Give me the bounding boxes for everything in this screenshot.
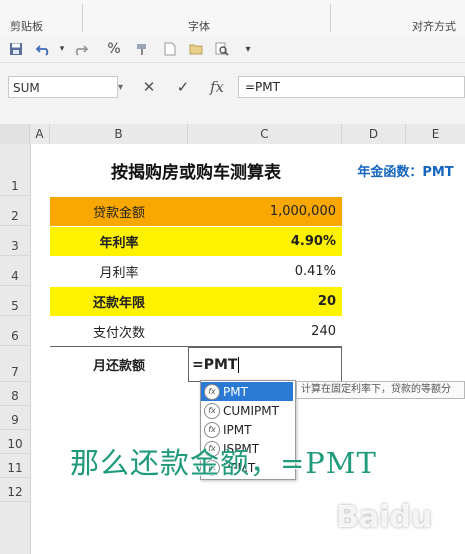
new-document-icon[interactable]: [160, 39, 180, 59]
monthly-payment-label[interactable]: 月还款额: [50, 347, 188, 382]
monthly-rate-label[interactable]: 月利率: [50, 257, 188, 286]
row-header-9[interactable]: 9: [0, 406, 30, 430]
name-box-dropdown-icon[interactable]: ▾: [118, 82, 123, 93]
quick-access-toolbar: ▾ % ▾: [0, 36, 465, 63]
row-header-6[interactable]: 6: [0, 316, 30, 346]
function-icon: fx: [204, 383, 220, 400]
cancel-button[interactable]: ✕: [138, 76, 160, 98]
autocomplete-item-cumipmt[interactable]: fx CUMIPMT: [201, 401, 293, 420]
select-all-corner[interactable]: [0, 124, 30, 144]
autocomplete-item-pmt[interactable]: fx PMT: [201, 382, 293, 401]
percent-style-button[interactable]: %: [104, 39, 124, 59]
row-header-12[interactable]: 12: [0, 478, 30, 502]
payment-count-label[interactable]: 支付次数: [50, 317, 188, 346]
row-header-2[interactable]: 2: [0, 196, 30, 226]
column-header-b[interactable]: B: [50, 124, 188, 144]
row-header-11[interactable]: 11: [0, 454, 30, 478]
format-painter-icon[interactable]: [132, 39, 152, 59]
save-icon[interactable]: [6, 39, 26, 59]
column-header-a[interactable]: A: [30, 124, 50, 144]
loan-amount-label[interactable]: 贷款金额: [50, 197, 188, 226]
sheet-title[interactable]: 按揭购房或购车测算表: [50, 144, 342, 196]
monthly-payment-cell-active[interactable]: =PMT: [188, 347, 342, 382]
row-header-7[interactable]: 7: [0, 346, 30, 382]
function-tooltip: 计算在固定利率下，贷款的等额分: [296, 381, 465, 399]
undo-dropdown-icon[interactable]: ▾: [52, 39, 72, 59]
autocomplete-item-ipmt[interactable]: fx IPMT: [201, 420, 293, 439]
redo-icon[interactable]: [70, 39, 90, 59]
formula-input[interactable]: =PMT: [238, 76, 465, 98]
print-preview-icon[interactable]: [212, 39, 232, 59]
column-header-d[interactable]: D: [342, 124, 406, 144]
repayment-years-value[interactable]: 20: [188, 287, 342, 316]
monthly-payment-formula: =PMT: [192, 356, 238, 373]
row-headers: 1 2 3 4 5 6 7 8 9 10 11 12: [0, 144, 31, 554]
autocomplete-item-label: CUMIPMT: [223, 403, 279, 418]
text-cursor: [238, 356, 240, 373]
ribbon-separator: [82, 4, 83, 32]
name-box[interactable]: SUM: [8, 76, 118, 98]
enter-button[interactable]: ✓: [172, 76, 194, 98]
undo-icon[interactable]: [34, 39, 54, 59]
autocomplete-item-label: PMT: [223, 384, 248, 399]
repayment-years-label[interactable]: 还款年限: [50, 287, 188, 316]
annual-rate-value[interactable]: 4.90%: [188, 227, 342, 256]
loan-amount-value[interactable]: 1,000,000: [188, 197, 342, 226]
row-header-4[interactable]: 4: [0, 256, 30, 286]
ribbon-group-alignment[interactable]: 对齐方式: [412, 18, 456, 34]
column-headers: A B C D E: [0, 124, 465, 145]
row-header-1[interactable]: 1: [0, 144, 30, 196]
open-folder-icon[interactable]: [186, 39, 206, 59]
qat-customize-icon[interactable]: ▾: [238, 39, 258, 59]
function-icon: fx: [204, 402, 220, 419]
row-header-8[interactable]: 8: [0, 382, 30, 406]
function-icon: fx: [204, 421, 220, 438]
ribbon-separator: [330, 4, 331, 32]
column-header-c[interactable]: C: [188, 124, 342, 144]
monthly-rate-value[interactable]: 0.41%: [188, 257, 342, 286]
video-caption: 那么还款金额，=PMT: [70, 446, 377, 480]
row-header-10[interactable]: 10: [0, 430, 30, 454]
annuity-function-note[interactable]: 年金函数：PMT: [346, 144, 465, 196]
ribbon-group-font[interactable]: 字体: [188, 18, 210, 34]
row-header-5[interactable]: 5: [0, 286, 30, 316]
annual-rate-label[interactable]: 年利率: [50, 227, 188, 256]
row-header-3[interactable]: 3: [0, 226, 30, 256]
ribbon: 剪贴板 字体 对齐方式: [0, 0, 465, 37]
column-header-e[interactable]: E: [406, 124, 465, 144]
ribbon-group-clipboard[interactable]: 剪贴板: [10, 18, 43, 34]
insert-function-button[interactable]: fx: [206, 76, 228, 98]
payment-count-value[interactable]: 240: [188, 317, 342, 346]
baidu-watermark: Baidu: [336, 500, 433, 535]
autocomplete-item-label: IPMT: [223, 422, 252, 437]
